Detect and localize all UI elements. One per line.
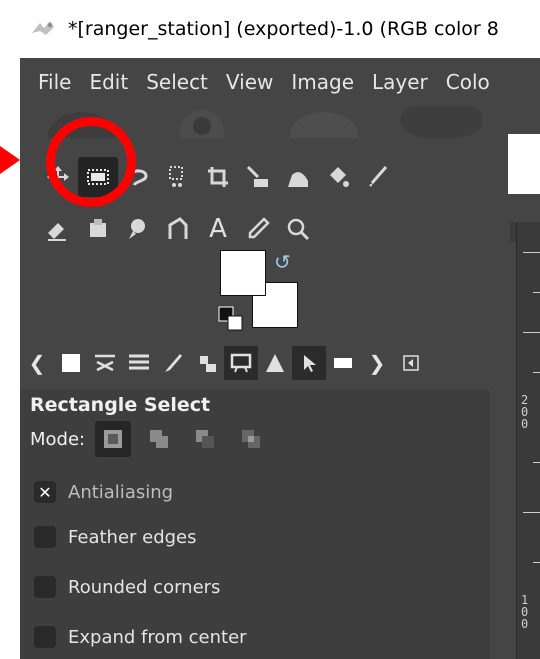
mode-replace-icon <box>104 430 122 448</box>
text-icon: A <box>209 214 227 244</box>
tab-pointer[interactable] <box>292 346 326 380</box>
warp-transform-icon <box>288 172 308 187</box>
crop-icon <box>208 167 228 187</box>
fuzzy-select-icon <box>169 166 183 187</box>
device-status-icon <box>95 354 115 372</box>
feather-edges-option[interactable]: Feather edges <box>34 526 197 548</box>
antialiasing-checkbox[interactable]: ✕ <box>34 481 56 503</box>
tool-options-panel: Rectangle Select Mode: ✕ Antialiasing Fe… <box>20 390 490 659</box>
rounded-corners-checkbox[interactable] <box>34 576 56 598</box>
mode-add-icon <box>150 430 168 448</box>
zoom-button[interactable] <box>278 209 318 249</box>
tool-options-icon <box>62 354 80 372</box>
expand-from-center-label: Expand from center <box>68 626 247 648</box>
mode-replace-button[interactable] <box>95 421 131 457</box>
antialiasing-label: Antialiasing <box>68 481 174 503</box>
chevron-left-icon: ❮ <box>28 351 46 375</box>
annotation-arrow-icon <box>0 146 20 174</box>
gradients-icon <box>266 354 284 372</box>
rounded-corners-label: Rounded corners <box>68 576 221 598</box>
canvas-preview[interactable] <box>508 134 540 194</box>
paintbrush-icon <box>369 166 388 187</box>
tab-brushes[interactable] <box>156 346 190 380</box>
feather-edges-label: Feather edges <box>68 526 197 548</box>
ruler-label-b-3: 0 <box>521 617 529 631</box>
paintbrush-button[interactable] <box>358 157 398 197</box>
gimp-app-icon <box>32 21 54 35</box>
mode-subtract-icon <box>196 430 214 448</box>
annotation-highlight-circle <box>46 117 136 207</box>
tool-options-title: Rectangle Select <box>30 394 211 416</box>
expand-from-center-option[interactable]: Expand from center <box>34 626 247 648</box>
tab-tool-options[interactable] <box>54 346 88 380</box>
tab-menu-button[interactable] <box>394 346 428 380</box>
patterns-icon <box>200 356 216 372</box>
smudge-button[interactable] <box>118 209 158 249</box>
smudge-icon <box>129 219 145 239</box>
mode-add-button[interactable] <box>141 421 177 457</box>
tab-fonts[interactable] <box>224 346 258 380</box>
default-colors-icon[interactable] <box>218 306 244 332</box>
clone-button[interactable] <box>78 209 118 249</box>
tab-menu-icon <box>403 355 419 371</box>
tabs-scroll-right[interactable]: ❯ <box>360 346 394 380</box>
crop-button[interactable] <box>198 157 238 197</box>
antialiasing-option[interactable]: ✕ Antialiasing <box>34 481 173 503</box>
dock-tabs: ❮ ❯ <box>20 343 490 383</box>
feather-edges-checkbox[interactable] <box>34 526 56 548</box>
menu-bar: File Edit Select View Image Layer Colo <box>20 58 540 106</box>
mode-label: Mode: <box>30 429 86 450</box>
tab-device-status[interactable] <box>88 346 122 380</box>
paths-icon <box>168 217 188 239</box>
warp-transform-button[interactable] <box>278 157 318 197</box>
ruler-label-a-3: 0 <box>521 417 529 431</box>
foreground-color-swatch[interactable] <box>220 250 266 296</box>
tab-gradients[interactable] <box>258 346 292 380</box>
text-tool-button[interactable]: A <box>198 209 238 249</box>
unified-transform-button[interactable] <box>238 157 278 197</box>
tab-patterns[interactable] <box>190 346 224 380</box>
vertical-ruler: 2 0 0 1 0 0 <box>516 222 540 659</box>
menu-image[interactable]: Image <box>291 70 354 94</box>
mode-intersect-button[interactable] <box>233 421 269 457</box>
tool-row-2: A <box>38 209 318 249</box>
chevron-right-icon: ❯ <box>368 351 386 375</box>
paths-button[interactable] <box>158 209 198 249</box>
brushes-icon <box>165 354 182 372</box>
zoom-icon <box>287 218 310 241</box>
fuzzy-select-button[interactable] <box>158 157 198 197</box>
title-bar[interactable]: *[ranger_station] (exported)-1.0 (RGB co… <box>20 0 540 58</box>
bucket-fill-icon <box>330 167 349 187</box>
clone-icon <box>90 219 106 237</box>
color-picker-icon <box>248 217 270 239</box>
fonts-icon <box>230 353 252 373</box>
mode-buttons <box>95 421 269 457</box>
menu-file[interactable]: File <box>38 70 71 94</box>
menu-colors[interactable]: Colo <box>446 70 490 94</box>
tab-undo-history[interactable] <box>122 346 156 380</box>
unified-transform-icon <box>246 165 268 187</box>
rounded-corners-option[interactable]: Rounded corners <box>34 576 220 598</box>
pointer-icon <box>304 355 316 372</box>
color-picker-button[interactable] <box>238 209 278 249</box>
undo-history-icon <box>129 354 149 370</box>
window-title: *[ranger_station] (exported)-1.0 (RGB co… <box>68 18 499 40</box>
images-icon <box>334 358 352 368</box>
menu-layer[interactable]: Layer <box>372 70 428 94</box>
tab-images[interactable] <box>326 346 360 380</box>
tabs-scroll-left[interactable]: ❮ <box>20 346 54 380</box>
menu-edit[interactable]: Edit <box>89 70 128 94</box>
menu-select[interactable]: Select <box>146 70 208 94</box>
expand-from-center-checkbox[interactable] <box>34 626 56 648</box>
eraser-button[interactable] <box>38 209 78 249</box>
mode-subtract-button[interactable] <box>187 421 223 457</box>
eraser-icon <box>48 223 66 241</box>
image-canvas-area: ▶ 2 0 0 1 0 0 <box>498 106 540 659</box>
bucket-fill-button[interactable] <box>318 157 358 197</box>
menu-view[interactable]: View <box>226 70 273 94</box>
mode-intersect-icon <box>242 430 260 448</box>
swap-colors-icon[interactable]: ↺ <box>274 250 291 274</box>
